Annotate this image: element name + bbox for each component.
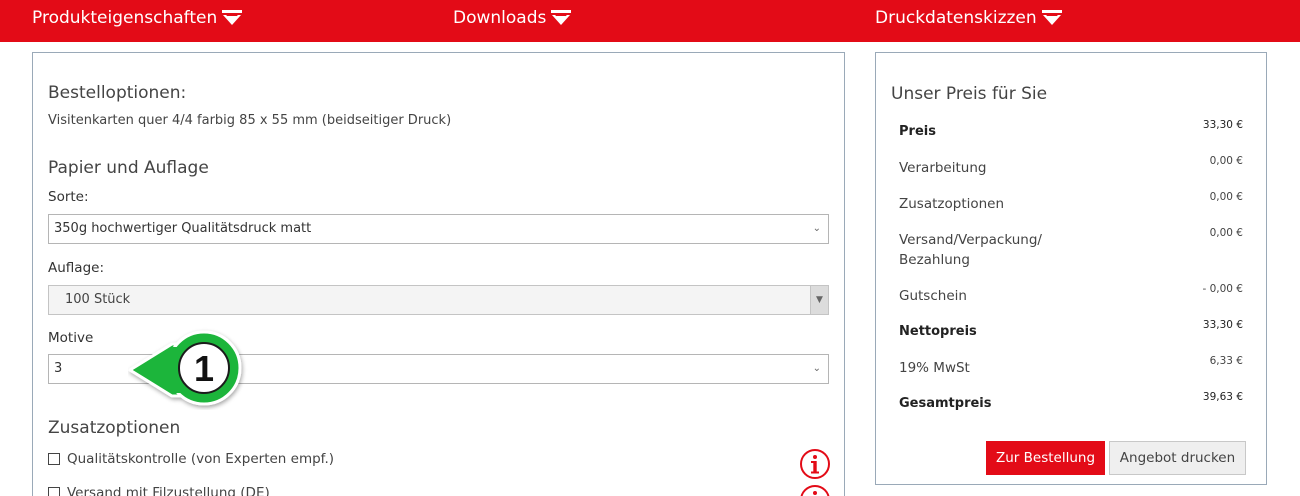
info-icon[interactable]	[799, 448, 831, 480]
price-value: 39,63 €	[1202, 391, 1243, 403]
price-value: 33,30 €	[1202, 119, 1243, 131]
price-label: Versand/Verpackung/ Bezahlung	[899, 232, 1042, 268]
nav-produkteigenschaften[interactable]: Produkteigenschaften	[32, 8, 243, 28]
price-value: - 0,00 €	[1202, 283, 1243, 295]
price-value: 33,30 €	[1202, 319, 1243, 331]
print-offer-button[interactable]: Angebot drucken	[1109, 441, 1246, 475]
qualitaetskontrolle-option[interactable]: Qualitätskontrolle (von Experten empf.)	[48, 451, 334, 467]
chevron-down-icon: ⌄	[812, 363, 821, 374]
nav-label: Produkteigenschaften	[32, 8, 218, 28]
price-value: 6,33 €	[1209, 355, 1243, 367]
price-value: 0,00 €	[1209, 155, 1243, 167]
option-label: Versand mit Filzustellung (DE)	[67, 485, 270, 496]
price-panel-title: Unser Preis für Sie	[891, 84, 1048, 104]
sorte-select[interactable]: 350g hochwertiger Qualitätsdruck matt ⌄	[48, 214, 829, 244]
callout-number: 1	[194, 348, 214, 389]
order-options-heading: Bestelloptionen:	[48, 83, 187, 103]
top-nav-bar: Produkteigenschaften Downloads Druckdate…	[0, 0, 1300, 42]
option-label: Qualitätskontrolle (von Experten empf.)	[67, 451, 335, 467]
versand-checkbox[interactable]	[48, 487, 60, 496]
chevron-down-icon: ⌄	[812, 223, 821, 234]
order-options-panel: Bestelloptionen: Visitenkarten quer 4/4 …	[32, 52, 845, 496]
price-label: 19% MwSt	[899, 360, 970, 376]
order-button[interactable]: Zur Bestellung	[986, 441, 1105, 475]
price-value: 0,00 €	[1209, 191, 1243, 203]
sorte-selected-value: 350g hochwertiger Qualitätsdruck matt	[54, 221, 312, 236]
auflage-select[interactable]: 100 Stück ▼	[48, 285, 829, 315]
motive-label: Motive	[48, 330, 94, 346]
nav-label: Downloads	[453, 8, 547, 28]
sorte-label: Sorte:	[48, 189, 89, 205]
price-label: Verarbeitung	[899, 160, 987, 176]
auflage-label: Auflage:	[48, 260, 104, 276]
info-icon[interactable]	[799, 484, 831, 496]
versand-option[interactable]: Versand mit Filzustellung (DE)	[48, 485, 270, 496]
price-label: Preis	[899, 124, 936, 139]
double-chevron-down-icon	[551, 10, 572, 25]
step-callout-arrow: 1	[128, 330, 242, 406]
price-panel: Unser Preis für Sie Preis 33,30 € Verarb…	[875, 52, 1267, 485]
chevron-down-icon: ▼	[810, 286, 828, 314]
price-value: 0,00 €	[1209, 227, 1243, 239]
product-description: Visitenkarten quer 4/4 farbig 85 x 55 mm…	[48, 113, 452, 128]
nav-downloads[interactable]: Downloads	[453, 8, 572, 28]
motive-selected-value: 3	[54, 361, 63, 376]
zusatz-section-heading: Zusatzoptionen	[48, 418, 181, 438]
qualitaetskontrolle-checkbox[interactable]	[48, 453, 60, 465]
auflage-selected-value: 100 Stück	[65, 292, 131, 307]
price-label: Zusatzoptionen	[899, 196, 1005, 212]
price-label: Nettopreis	[899, 324, 977, 339]
nav-druckdatenskizzen[interactable]: Druckdatenskizzen	[875, 8, 1062, 28]
nav-label: Druckdatenskizzen	[875, 8, 1037, 28]
double-chevron-down-icon	[222, 10, 243, 25]
double-chevron-down-icon	[1041, 10, 1062, 25]
paper-section-heading: Papier und Auflage	[48, 158, 209, 178]
price-label: Gesamtpreis	[899, 396, 992, 411]
price-label: Gutschein	[899, 288, 967, 304]
